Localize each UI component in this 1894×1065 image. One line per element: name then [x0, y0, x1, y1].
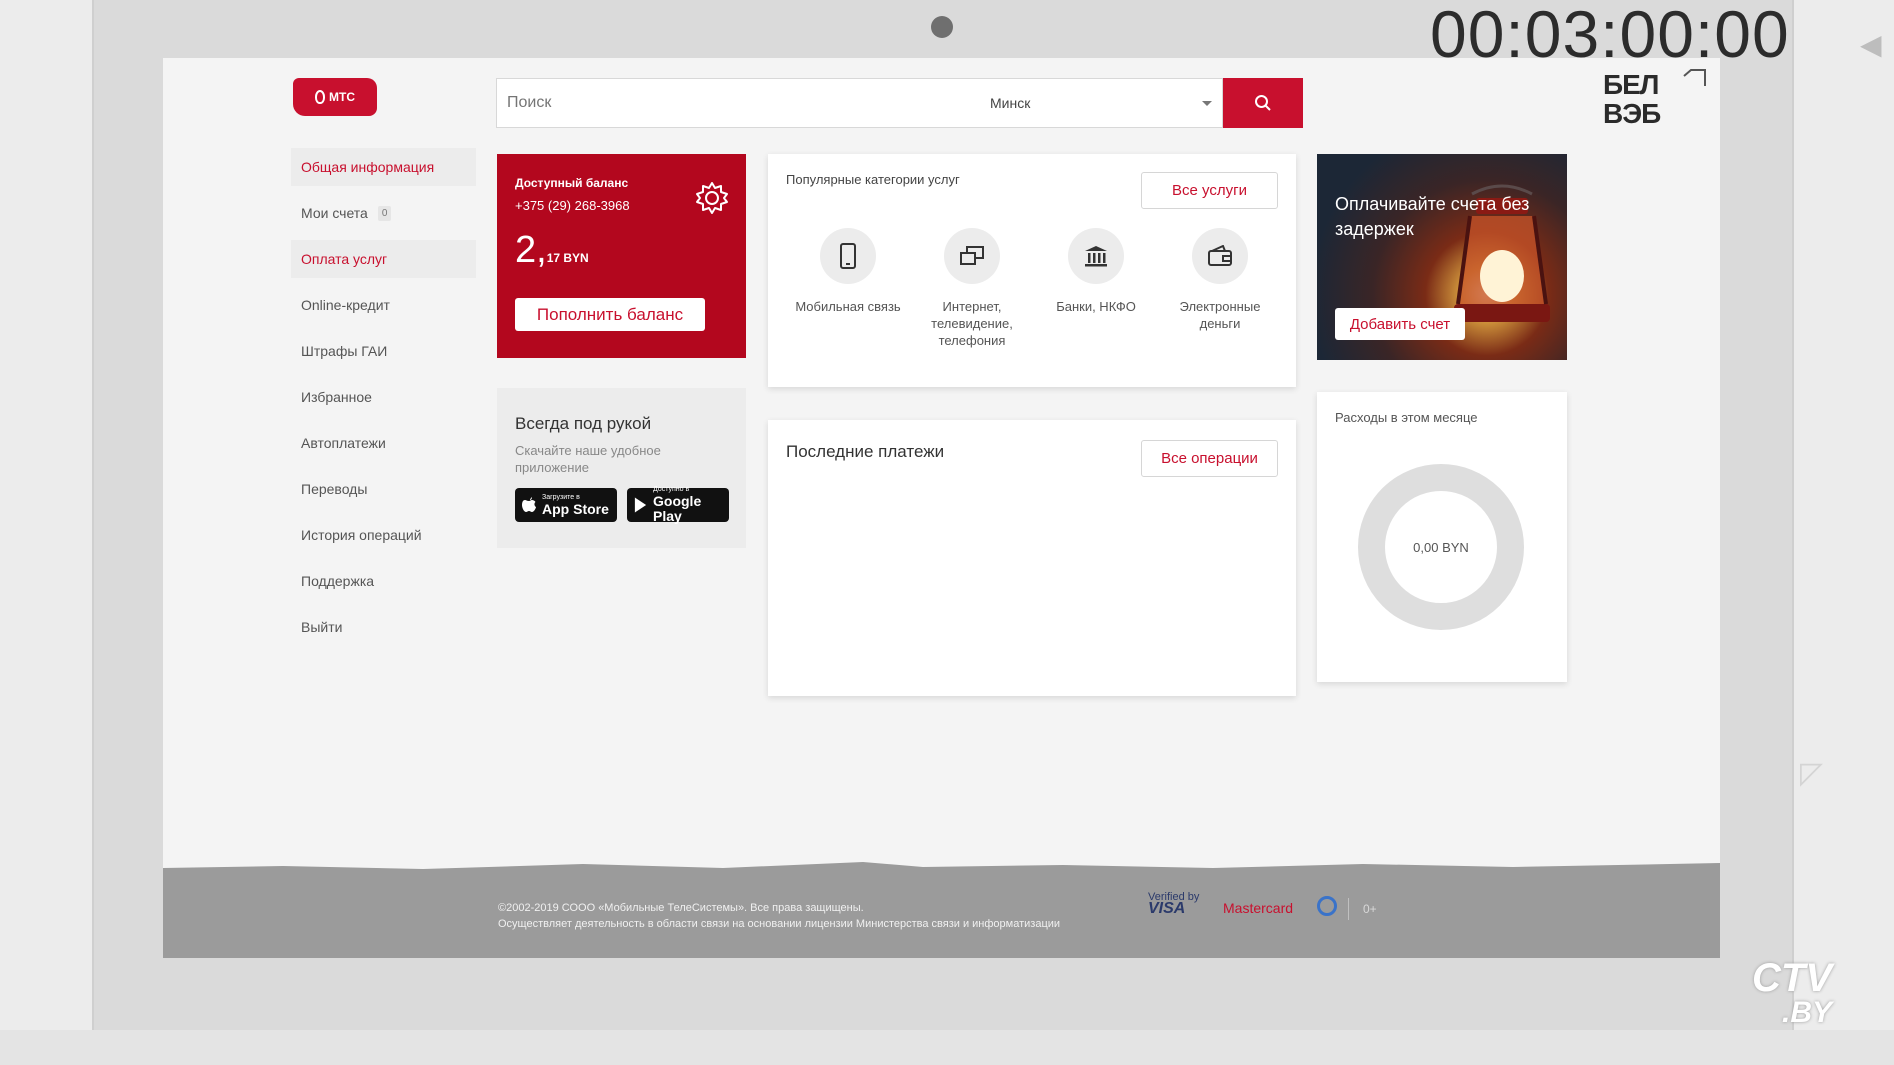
visa-text: VISA	[1148, 900, 1186, 917]
browser-screen: МТС Минск БЕЛ ВЭБ Общая информация Мои с…	[163, 58, 1720, 958]
google-play-icon	[634, 497, 647, 513]
app-store-button[interactable]: Загрузите в App Store	[515, 488, 617, 522]
category-label: Мобильная связь	[795, 299, 901, 314]
sidebar-item-label: Переводы	[301, 481, 368, 497]
balance-amount: 2,17 BYN	[515, 229, 728, 272]
last-payments-card: Последние платежи Все операции	[768, 420, 1296, 696]
laptop-base	[0, 1030, 1894, 1065]
sidebar-item-label: Автоплатежи	[301, 435, 386, 451]
sidebar-item-label: Мои счета	[301, 205, 368, 221]
sidebar-item-label: Штрафы ГАИ	[301, 343, 388, 359]
footer: ©2002-2019 СООО «Мобильные ТелеСистемы».…	[163, 874, 1720, 958]
sidebar-item-label: Online-кредит	[301, 297, 390, 313]
arrow-outline-icon: ◸	[1800, 757, 1824, 790]
search-icon	[1255, 95, 1271, 111]
sidebar-item-label: Избранное	[301, 389, 372, 405]
balance-amount-main: 2,	[515, 229, 547, 271]
sidebar-item-favorites[interactable]: Избранное	[291, 378, 476, 416]
sidebar-item-autopayments[interactable]: Автоплатежи	[291, 424, 476, 462]
city-select-value: Минск	[990, 95, 1031, 111]
category-mobile[interactable]: Мобильная связь	[786, 228, 910, 349]
add-bill-button[interactable]: Добавить счет	[1335, 308, 1465, 340]
sidebar-item-logout[interactable]: Выйти	[291, 608, 476, 646]
promo-text: Оплачивайте счета без задержек	[1335, 194, 1530, 239]
security-badge-icon	[1317, 896, 1337, 916]
category-label: Банки, НКФО	[1056, 299, 1136, 314]
search-button[interactable]	[1223, 78, 1303, 128]
app-download-card: Всегда под рукой Скачайте наше удобное п…	[497, 388, 746, 548]
sidebar-item-my-accounts[interactable]: Мои счета 0	[291, 194, 476, 232]
search-input[interactable]	[497, 79, 980, 127]
mastercard-logo: Mastercard	[1223, 900, 1294, 916]
sidebar-item-history[interactable]: История операций	[291, 516, 476, 554]
expenses-title: Расходы в этом месяце	[1335, 410, 1478, 425]
app-card-subtitle: Скачайте наше удобное приложение	[515, 443, 661, 475]
category-label: Электронные деньги	[1179, 299, 1261, 331]
verified-by-visa-logo: Verified by VISA	[1148, 892, 1199, 917]
popular-categories-card: Популярные категории услуг Все услуги Мо…	[768, 154, 1296, 387]
app-store-text: Загрузите в App Store	[542, 494, 609, 517]
copyright-line-2: Осуществляет деятельность в области связ…	[498, 918, 1061, 930]
sidebar-item-general-info[interactable]: Общая информация	[291, 148, 476, 186]
balance-card: Доступный баланс +375 (29) 268-3968 2,17…	[497, 154, 746, 358]
mts-logo[interactable]: МТС	[293, 78, 377, 116]
all-operations-button[interactable]: Все операции	[1141, 440, 1278, 477]
search-field[interactable]	[496, 78, 981, 128]
sidebar-item-label: Оплата услуг	[301, 251, 388, 267]
app-store-label: App Store	[542, 500, 609, 517]
expenses-card: Расходы в этом месяце 0,00 BYN	[1317, 392, 1567, 682]
count-badge: 0	[377, 205, 392, 221]
category-e-money[interactable]: Электронные деньги	[1158, 228, 1282, 349]
bank-icon	[1068, 228, 1124, 284]
arrow-icon: ◀	[1860, 29, 1882, 60]
age-rating: 0+	[1363, 902, 1377, 916]
category-banks[interactable]: Банки, НКФО	[1034, 228, 1158, 349]
mobile-phone-icon	[820, 228, 876, 284]
chevron-down-icon	[1202, 101, 1212, 106]
copyright-text: ©2002-2019 СООО «Мобильные ТелеСистемы».…	[498, 900, 1060, 932]
webcam-icon	[931, 16, 953, 38]
sidebar-nav: Общая информация Мои счета 0 Оплата услуг…	[291, 148, 476, 654]
apple-icon	[522, 497, 536, 512]
sidebar-item-label: Поддержка	[301, 573, 375, 589]
belveb-corner-icon	[1683, 69, 1706, 86]
mts-egg-icon	[315, 90, 325, 104]
app-card-title: Всегда под рукой	[515, 414, 652, 433]
topup-balance-button[interactable]: Пополнить баланс	[515, 298, 705, 331]
store-buttons: Загрузите в App Store Доступно в Google Pl…	[515, 486, 729, 524]
footer-divider	[1348, 898, 1349, 920]
channel-logo: CTV .BY	[1752, 956, 1833, 1029]
sidebar-item-online-credit[interactable]: Online-кредит	[291, 286, 476, 324]
expenses-donut: 0,00 BYN	[1358, 464, 1524, 630]
category-list: Мобильная связь Интернет, телевидение, т…	[786, 228, 1282, 349]
sidebar-item-label: Выйти	[301, 619, 343, 635]
balance-amount-rest: 17 BYN	[546, 251, 589, 265]
belveb-logo[interactable]: БЕЛ ВЭБ	[1603, 69, 1661, 129]
internet-tv-icon	[944, 228, 1000, 284]
gear-icon[interactable]	[694, 180, 730, 216]
expenses-value: 0,00 BYN	[1413, 539, 1469, 555]
category-label: Интернет, телевидение, телефония	[931, 299, 1013, 348]
promo-banner: Оплачивайте счета без задержек Добавить …	[1317, 154, 1567, 360]
sidebar-item-label: Общая информация	[301, 159, 435, 175]
belveb-logo-line1: БЕЛ	[1603, 69, 1659, 100]
google-play-button[interactable]: Доступно в Google Play	[627, 486, 729, 524]
category-internet-tv[interactable]: Интернет, телевидение, телефония	[910, 228, 1034, 349]
city-select[interactable]: Минск	[980, 78, 1223, 128]
wallet-icon	[1192, 228, 1248, 284]
google-play-text: Доступно в Google Play	[653, 486, 729, 524]
sidebar-item-traffic-fines[interactable]: Штрафы ГАИ	[291, 332, 476, 370]
belveb-logo-line2: ВЭБ	[1603, 98, 1661, 129]
sidebar-item-support[interactable]: Поддержка	[291, 562, 476, 600]
google-play-label: Google Play	[653, 493, 702, 524]
all-services-button[interactable]: Все услуги	[1141, 172, 1278, 209]
mts-logo-text: МТС	[329, 90, 355, 104]
sidebar-item-pay-services[interactable]: Оплата услуг	[291, 240, 476, 278]
copyright-line-1: ©2002-2019 СООО «Мобильные ТелеСистемы».…	[498, 902, 864, 914]
sidebar-item-transfers[interactable]: Переводы	[291, 470, 476, 508]
sidebar-item-label: История операций	[301, 527, 422, 543]
